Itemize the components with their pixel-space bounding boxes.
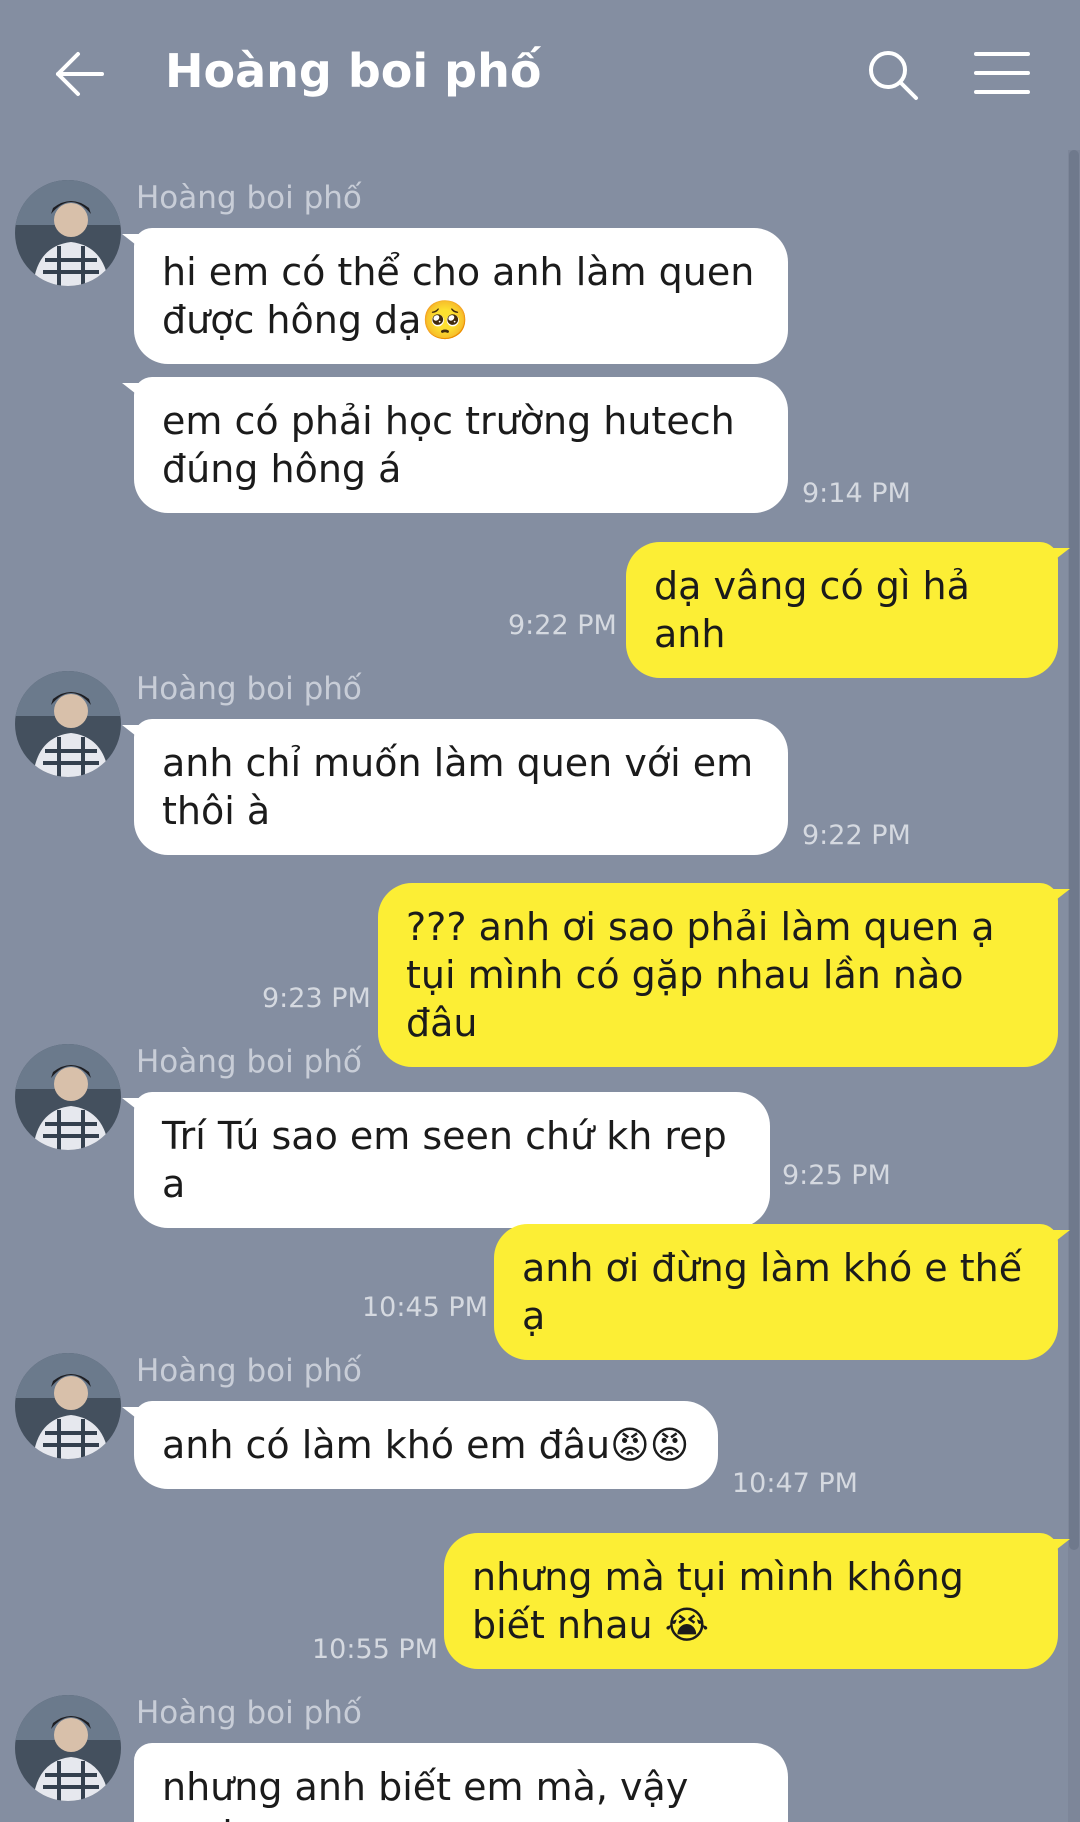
sender-name: Hoàng boi phố (136, 671, 362, 707)
message-timestamp: 9:14 PM (802, 478, 911, 509)
scrollbar-thumb[interactable] (1069, 150, 1079, 1550)
avatar[interactable] (15, 1353, 121, 1459)
avatar[interactable] (15, 671, 121, 777)
message-timestamp: 9:22 PM (508, 610, 617, 641)
incoming-message-bubble[interactable]: anh chỉ muốn làm quen với em thôi à (122, 719, 788, 855)
menu-button[interactable] (974, 50, 1030, 96)
message-timestamp: 9:23 PM (262, 983, 371, 1014)
incoming-message-bubble[interactable]: nhưng anh biết em mà, vậy mai (134, 1743, 788, 1822)
message-timestamp: 9:22 PM (802, 820, 911, 851)
message-timestamp: 10:55 PM (312, 1634, 438, 1665)
sender-name: Hoàng boi phố (136, 1353, 362, 1389)
search-button[interactable] (866, 48, 920, 102)
back-button[interactable] (52, 46, 108, 102)
hamburger-menu-icon (974, 52, 1030, 94)
chat-header: Hoàng boi phố (0, 0, 1080, 150)
avatar[interactable] (15, 1695, 121, 1801)
message-timestamp: 10:47 PM (732, 1468, 858, 1499)
incoming-message-bubble[interactable]: Trí Tú sao em seen chứ kh rep a (122, 1092, 770, 1228)
avatar[interactable] (15, 1044, 121, 1150)
outgoing-message-bubble[interactable]: anh ơi đừng làm khó e thế ạ (494, 1224, 1070, 1360)
incoming-message-bubble[interactable]: anh có làm khó em đâu😡😡 (122, 1401, 718, 1489)
outgoing-message-bubble[interactable]: dạ vâng có gì hả anh (626, 542, 1070, 678)
sender-name: Hoàng boi phố (136, 180, 362, 216)
sender-name: Hoàng boi phố (136, 1044, 362, 1080)
message-timestamp: 10:45 PM (362, 1292, 488, 1323)
incoming-message-bubble[interactable]: em có phải học trường hutech đúng hông á (122, 377, 788, 513)
sender-name: Hoàng boi phố (136, 1695, 362, 1731)
outgoing-message-bubble[interactable]: ??? anh ơi sao phải làm quen ạ tụi mình … (378, 883, 1070, 1067)
arrow-left-icon (56, 52, 104, 96)
message-timestamp: 9:25 PM (782, 1160, 891, 1191)
outgoing-message-bubble[interactable]: nhưng mà tụi mình không biết nhau 😭 (444, 1533, 1070, 1669)
search-icon (869, 51, 918, 100)
chat-title: Hoàng boi phố (165, 44, 542, 98)
avatar[interactable] (15, 180, 121, 286)
incoming-message-bubble[interactable]: hi em có thể cho anh làm quen được hông … (122, 228, 788, 364)
